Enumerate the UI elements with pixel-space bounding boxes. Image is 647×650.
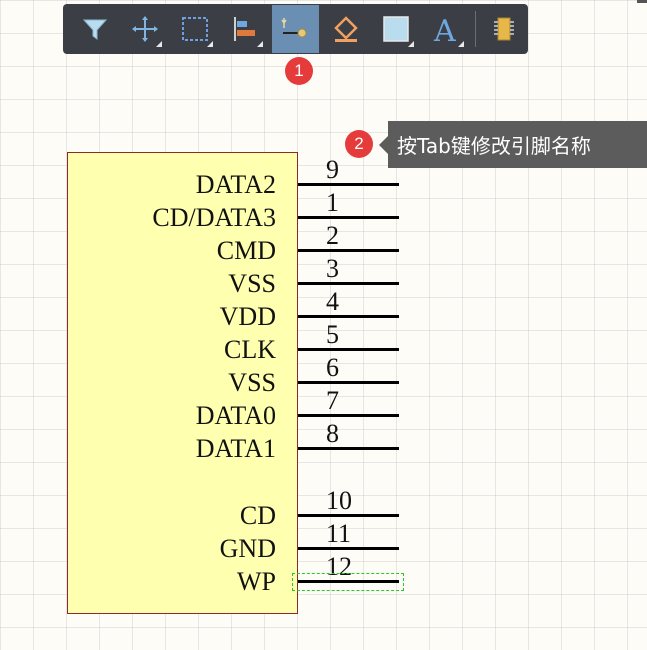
- pin-name-label: GND: [219, 534, 276, 563]
- place-pin-button[interactable]: [271, 5, 320, 53]
- align-icon: [234, 17, 256, 41]
- pin-name-label: CD: [239, 501, 276, 530]
- pin-number-label: 11: [326, 519, 352, 548]
- pin-line[interactable]: [298, 282, 399, 285]
- pin-line[interactable]: [298, 183, 399, 186]
- rectangle-button[interactable]: [372, 5, 419, 53]
- place-pin-icon: [281, 18, 307, 38]
- filter-button[interactable]: [71, 5, 118, 53]
- svg-text:A: A: [433, 14, 456, 44]
- component-button[interactable]: [481, 5, 528, 53]
- text-icon: A: [433, 14, 456, 44]
- pin-number-label: 2: [326, 221, 339, 250]
- paint-fill-icon: [333, 16, 358, 42]
- pin-number-label: 3: [326, 254, 339, 283]
- pin-line[interactable]: [298, 315, 399, 318]
- pin-number-label: 5: [326, 320, 339, 349]
- submenu-indicator: [206, 41, 213, 47]
- pin-name-label: CLK: [224, 335, 276, 364]
- tab-hint-tooltip: 按Tab键修改引脚名称: [379, 121, 647, 168]
- window-edge: [637, 0, 647, 3]
- submenu-indicator: [407, 41, 414, 47]
- pin-name-label: VSS: [228, 269, 276, 298]
- placement-toolbar: A: [63, 4, 528, 54]
- tooltip-text: 按Tab键修改引脚名称: [397, 134, 591, 158]
- select-rect-icon: [182, 17, 209, 41]
- pin-line[interactable]: [298, 348, 399, 351]
- step-badge-2: 2: [345, 130, 373, 158]
- pin-number-label: 10: [326, 486, 352, 515]
- pin-line[interactable]: [298, 447, 399, 450]
- pin-name-label: DATA2: [195, 170, 276, 199]
- rectangle-icon: [383, 16, 409, 42]
- step-badge-1: 1: [285, 57, 313, 85]
- align-button[interactable]: [222, 5, 269, 53]
- filter-icon: [82, 19, 107, 40]
- pin-number-label: 6: [326, 353, 339, 382]
- submenu-indicator: [156, 41, 163, 47]
- pin-number-label: 8: [326, 419, 339, 448]
- move-button[interactable]: [121, 5, 168, 53]
- move-icon: [131, 16, 158, 42]
- pin-name-label: DATA0: [195, 401, 276, 430]
- pin-number-label: 4: [326, 287, 339, 316]
- pin-line[interactable]: [298, 216, 399, 219]
- select-button[interactable]: [171, 5, 218, 53]
- pin-line[interactable]: [298, 381, 399, 384]
- pin-name-label: VDD: [219, 302, 276, 331]
- pin-line[interactable]: [298, 249, 399, 252]
- toolbar-separator: [474, 11, 476, 47]
- submenu-indicator: [256, 41, 263, 47]
- pin-number-label: 9: [326, 155, 339, 184]
- pin-number-label: 1: [326, 188, 339, 217]
- pin-name-label: CMD: [216, 236, 276, 265]
- pin-name-label: WP: [237, 567, 276, 596]
- pin-name-label: CD/DATA3: [152, 203, 276, 232]
- pin-name-label: VSS: [228, 368, 276, 397]
- fill-button[interactable]: [322, 5, 369, 53]
- submenu-indicator: [457, 41, 464, 47]
- pin-line[interactable]: [298, 414, 399, 417]
- text-button[interactable]: A: [423, 5, 470, 53]
- pin-name-label: DATA1: [195, 434, 276, 463]
- pin-number-label: 7: [326, 386, 339, 415]
- component-icon: [494, 17, 515, 41]
- pin-selection-box: [292, 573, 404, 591]
